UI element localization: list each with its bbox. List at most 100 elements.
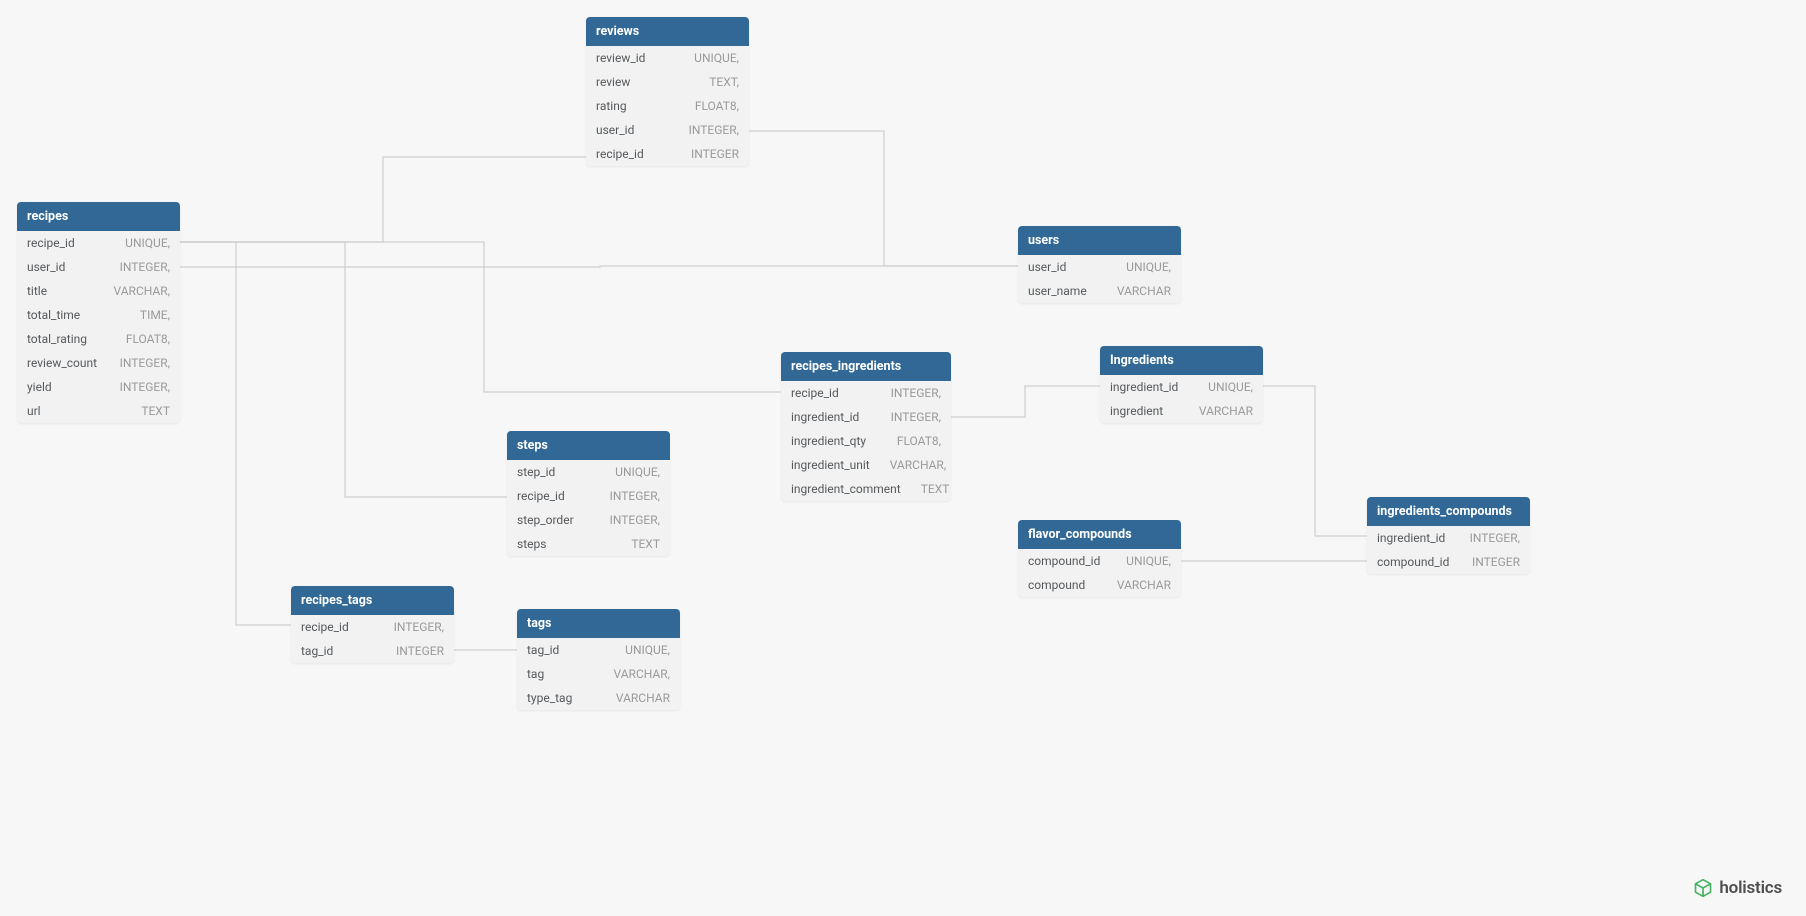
field-name: steps (517, 537, 546, 551)
field-type: TIME, (140, 308, 170, 322)
field-name: user_id (27, 260, 65, 274)
field-type: INTEGER, (689, 123, 739, 137)
table-recipes[interactable]: recipes recipe_idUNIQUE, user_id INTEGER,… (17, 202, 180, 423)
table-row[interactable]: step_orderINTEGER, (507, 508, 670, 532)
table-row[interactable]: compound_idINTEGER (1367, 550, 1530, 574)
field-type: INTEGER, (120, 380, 170, 394)
field-name: review_id (596, 51, 645, 65)
field-type: INTEGER, (891, 410, 941, 424)
field-type: FLOAT8, (126, 332, 170, 346)
field-type: VARCHAR (616, 691, 670, 705)
table-row[interactable]: compoundVARCHAR (1018, 573, 1181, 597)
field-name: title (27, 284, 47, 298)
table-header[interactable]: recipes_tags (291, 586, 454, 615)
table-row[interactable]: recipe_idUNIQUE, (17, 231, 180, 255)
table-row[interactable]: tagVARCHAR, (517, 662, 680, 686)
field-name: url (27, 404, 41, 418)
field-type: INTEGER (396, 644, 444, 658)
table-row[interactable]: total_time TIME, (17, 303, 180, 327)
field-type: INTEGER, (891, 386, 941, 400)
table-row[interactable]: recipe_id INTEGER (586, 142, 749, 166)
table-header[interactable]: recipes (17, 202, 180, 231)
table-row[interactable]: total_rating FLOAT8, (17, 327, 180, 351)
table-tags[interactable]: tags tag_idUNIQUE, tagVARCHAR, type_tagV… (517, 609, 680, 710)
field-type: INTEGER (1472, 555, 1520, 569)
table-row[interactable]: type_tagVARCHAR (517, 686, 680, 710)
field-type: INTEGER (691, 147, 739, 161)
table-recipes-tags[interactable]: recipes_tags recipe_idINTEGER, tag_idINT… (291, 586, 454, 663)
table-recipes-ingredients[interactable]: recipes_ingredients recipe_idINTEGER, in… (781, 352, 951, 501)
field-type: INTEGER, (120, 356, 170, 370)
table-row[interactable]: tag_idUNIQUE, (517, 638, 680, 662)
field-name: ingredient_qty (791, 434, 866, 448)
table-header[interactable]: flavor_compounds (1018, 520, 1181, 549)
field-type: UNIQUE, (1208, 380, 1253, 394)
field-name: tag_id (527, 643, 559, 657)
field-name: total_time (27, 308, 80, 322)
field-type: UNIQUE, (694, 51, 739, 65)
table-row[interactable]: reviewTEXT, (586, 70, 749, 94)
table-row[interactable]: ingredient_qty FLOAT8, (781, 429, 951, 453)
table-row[interactable]: ingredient_id INTEGER, (1367, 526, 1530, 550)
table-header[interactable]: reviews (586, 17, 749, 46)
table-steps[interactable]: steps step_idUNIQUE, recipe_idINTEGER, s… (507, 431, 670, 556)
table-row[interactable]: recipe_idINTEGER, (507, 484, 670, 508)
table-row[interactable]: urlTEXT (17, 399, 180, 423)
field-type: UNIQUE, (1126, 554, 1171, 568)
table-row[interactable]: user_id UNIQUE, (1018, 255, 1181, 279)
table-row[interactable]: ingredient_id INTEGER, (781, 405, 951, 429)
table-reviews[interactable]: reviews review_id UNIQUE, reviewTEXT, rat… (586, 17, 749, 166)
table-header[interactable]: tags (517, 609, 680, 638)
table-row[interactable]: compound_idUNIQUE, (1018, 549, 1181, 573)
table-row[interactable]: ingredient_idUNIQUE, (1100, 375, 1263, 399)
field-name: ingredient_id (791, 410, 859, 424)
field-type: INTEGER, (1470, 531, 1520, 545)
logo-text: holistics (1719, 878, 1782, 898)
field-name: user_id (1028, 260, 1066, 274)
field-type: UNIQUE, (1126, 260, 1171, 274)
table-flavor-compounds[interactable]: flavor_compounds compound_idUNIQUE, comp… (1018, 520, 1181, 597)
field-name: recipe_id (596, 147, 644, 161)
table-header[interactable]: recipes_ingredients (781, 352, 951, 381)
holistics-logo: holistics (1693, 878, 1782, 898)
field-type: FLOAT8, (897, 434, 941, 448)
table-row[interactable]: recipe_idINTEGER, (781, 381, 951, 405)
table-row[interactable]: user_nameVARCHAR (1018, 279, 1181, 303)
field-name: user_id (596, 123, 634, 137)
field-name: user_name (1028, 284, 1087, 298)
table-row[interactable]: yieldINTEGER, (17, 375, 180, 399)
table-row[interactable]: ingredient VARCHAR (1100, 399, 1263, 423)
field-type: INTEGER, (394, 620, 444, 634)
table-row[interactable]: review_id UNIQUE, (586, 46, 749, 70)
field-name: recipe_id (517, 489, 565, 503)
table-header[interactable]: ingredients_compounds (1367, 497, 1530, 526)
table-ingredients[interactable]: Ingredients ingredient_idUNIQUE, ingredi… (1100, 346, 1263, 423)
table-row[interactable]: ingredient_commentTEXT (781, 477, 951, 501)
table-header[interactable]: users (1018, 226, 1181, 255)
table-row[interactable]: titleVARCHAR, (17, 279, 180, 303)
table-row[interactable]: recipe_idINTEGER, (291, 615, 454, 639)
field-name: ingredient (1110, 404, 1163, 418)
table-row[interactable]: tag_idINTEGER (291, 639, 454, 663)
field-type: TEXT (631, 537, 660, 551)
table-users[interactable]: users user_id UNIQUE, user_nameVARCHAR (1018, 226, 1181, 303)
table-row[interactable]: review_count INTEGER, (17, 351, 180, 375)
table-row[interactable]: user_id INTEGER, (17, 255, 180, 279)
table-row[interactable]: user_id INTEGER, (586, 118, 749, 142)
field-name: total_rating (27, 332, 87, 346)
field-type: INTEGER, (610, 513, 660, 527)
table-row[interactable]: step_idUNIQUE, (507, 460, 670, 484)
field-name: recipe_id (27, 236, 75, 250)
field-type: VARCHAR (1199, 404, 1253, 418)
table-row[interactable]: steps TEXT (507, 532, 670, 556)
field-type: TEXT, (709, 75, 739, 89)
table-header[interactable]: steps (507, 431, 670, 460)
table-row[interactable]: ratingFLOAT8, (586, 94, 749, 118)
table-header[interactable]: Ingredients (1100, 346, 1263, 375)
field-type: UNIQUE, (615, 465, 660, 479)
field-name: ingredient_id (1377, 531, 1445, 545)
table-row[interactable]: ingredient_unitVARCHAR, (781, 453, 951, 477)
table-ingredients-compounds[interactable]: ingredients_compounds ingredient_id INTEG… (1367, 497, 1530, 574)
field-name: review_count (27, 356, 97, 370)
field-type: INTEGER, (120, 260, 170, 274)
